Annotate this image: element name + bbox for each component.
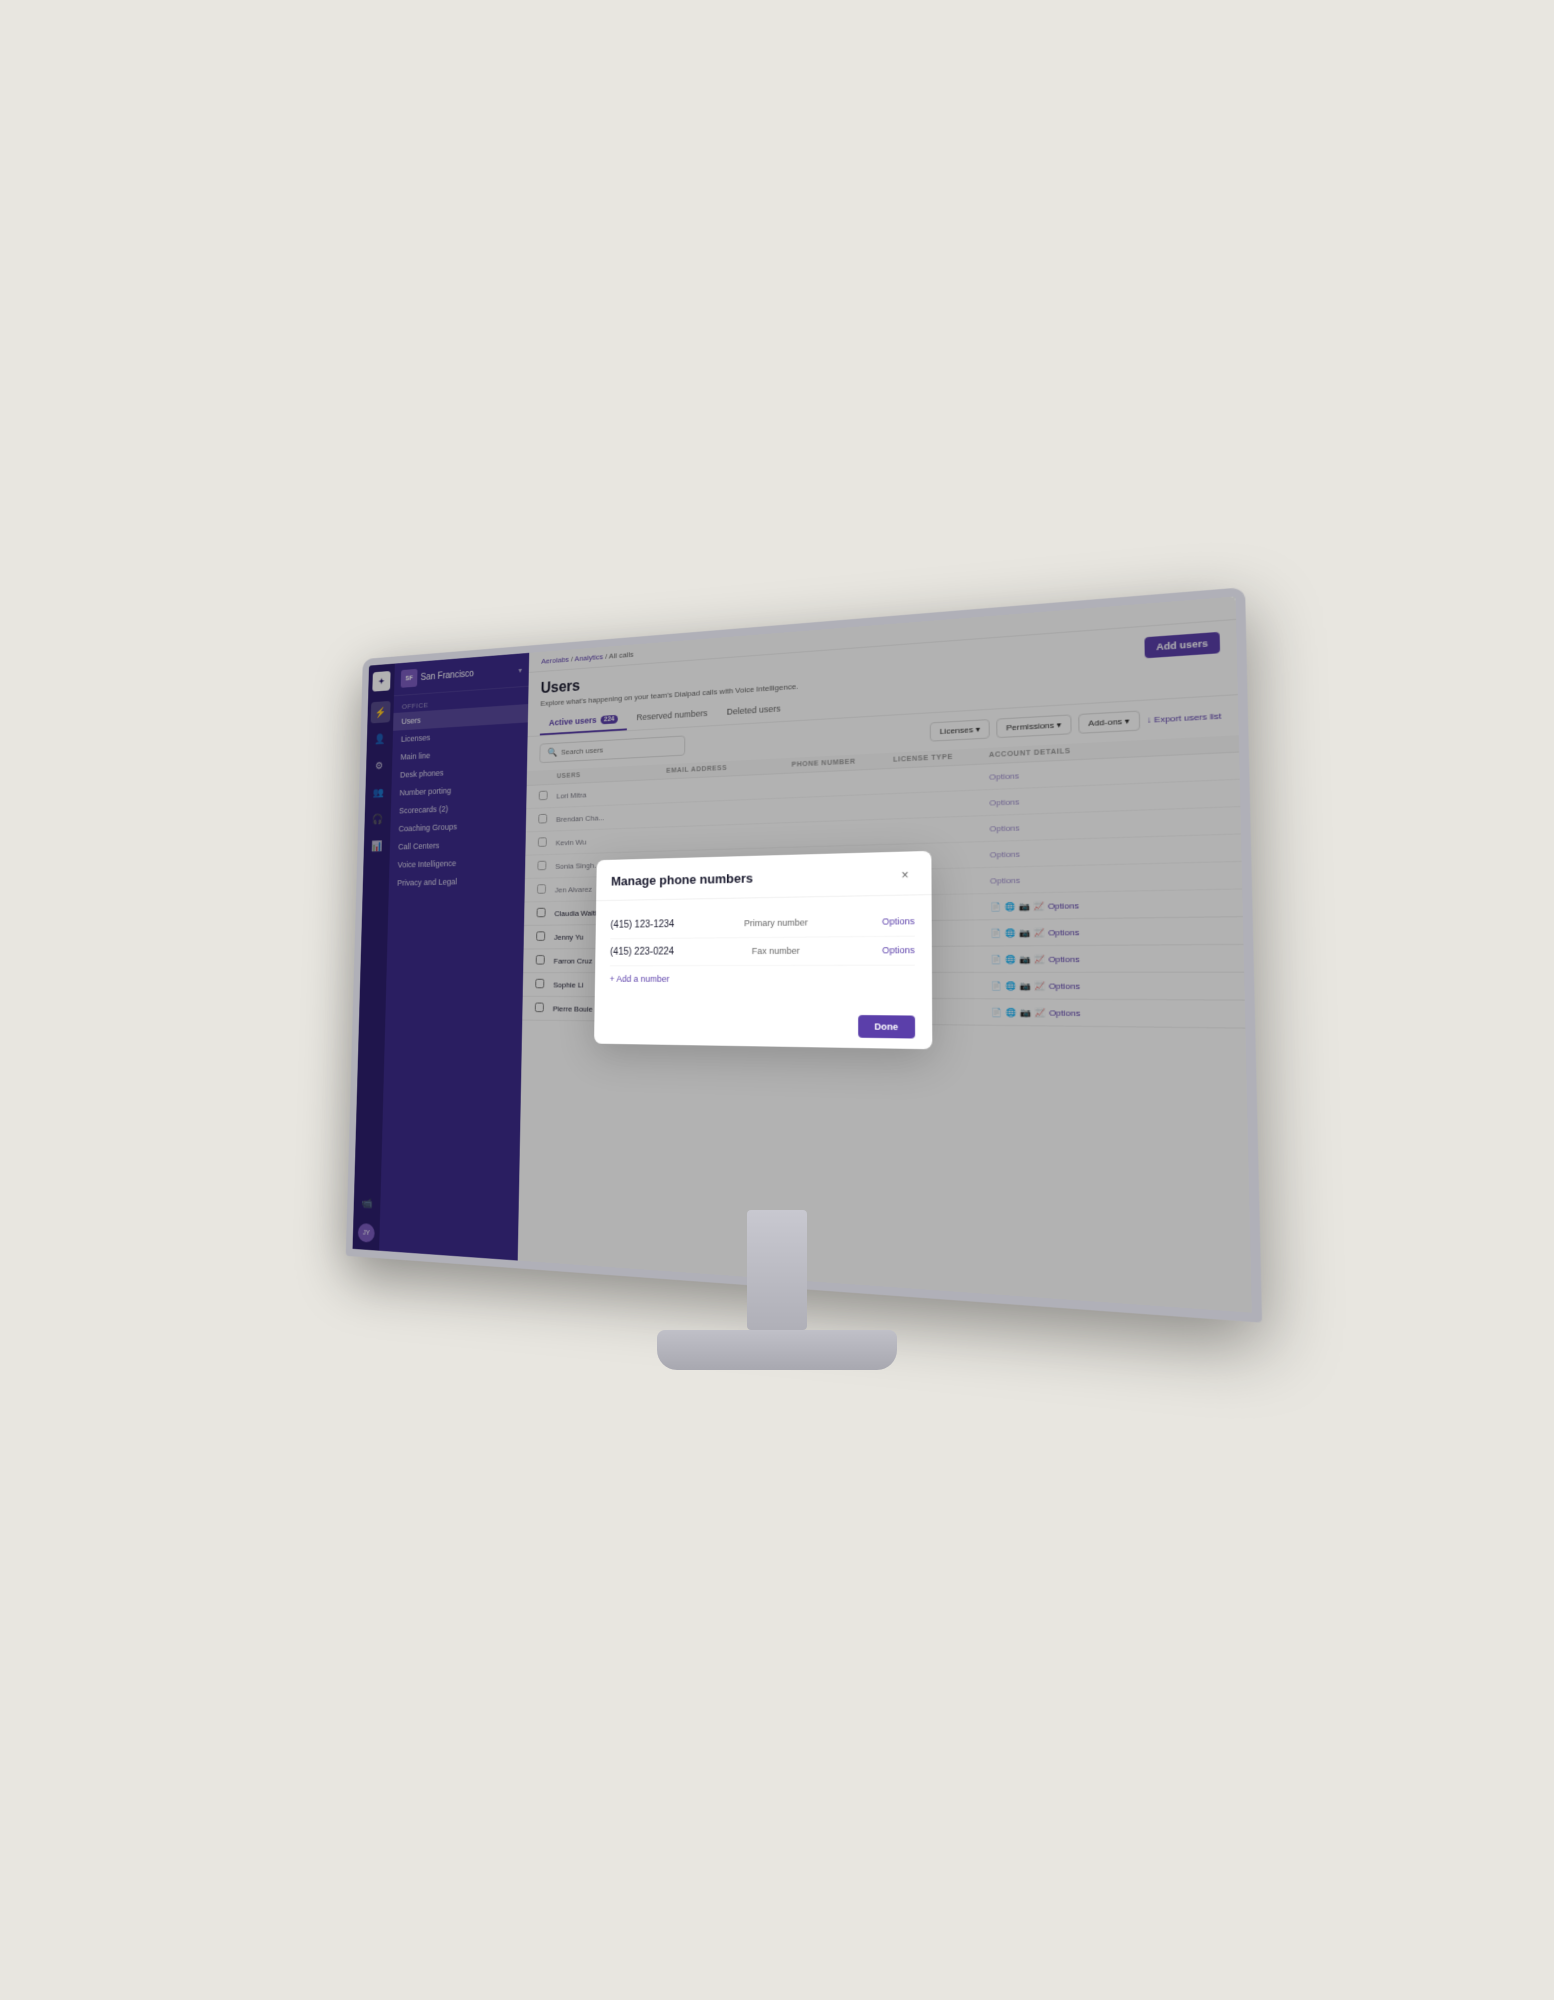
manage-phone-numbers-modal: Manage phone numbers × (415) 123-1234 Pr… xyxy=(594,850,932,1048)
add-number-link[interactable]: + Add a number xyxy=(610,965,915,992)
phone-number-row-1: (415) 123-1234 Primary number Options xyxy=(610,907,914,939)
phone-number-row-2: (415) 223-0224 Fax number Options xyxy=(610,936,915,966)
modal-close-button[interactable]: × xyxy=(896,865,915,884)
modal-title: Manage phone numbers xyxy=(611,871,753,889)
done-button[interactable]: Done xyxy=(858,1015,915,1038)
phone-options-1[interactable]: Options xyxy=(882,916,915,927)
modal-body: (415) 123-1234 Primary number Options (4… xyxy=(595,895,932,1005)
phone-options-2[interactable]: Options xyxy=(882,945,915,955)
modal-footer: Done xyxy=(594,1002,932,1048)
monitor-stand-neck xyxy=(747,1210,807,1330)
phone-number-1: (415) 123-1234 xyxy=(610,919,674,930)
main-content: Aerolabs / Analytics / All calls Users E… xyxy=(518,596,1252,1312)
app-overlay: ✦ ⚡ 👤 ⚙ 👥 🎧 📊 📹 JY SF San Francisco ▾ Of… xyxy=(353,596,1252,1312)
phone-type-1: Primary number xyxy=(744,917,808,928)
modal-overlay: Manage phone numbers × (415) 123-1234 Pr… xyxy=(518,596,1252,1312)
monitor-stand-base xyxy=(657,1330,897,1370)
phone-type-2: Fax number xyxy=(752,946,800,956)
modal-header: Manage phone numbers × xyxy=(596,850,931,900)
phone-number-2: (415) 223-0224 xyxy=(610,946,674,957)
